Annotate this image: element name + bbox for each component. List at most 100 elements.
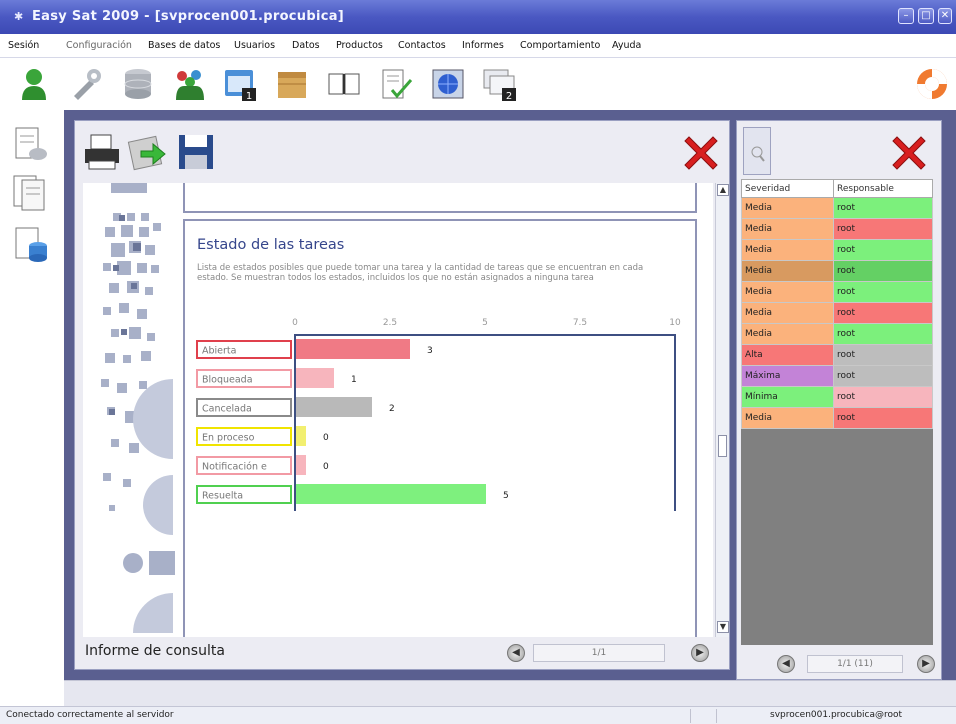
- save-icon[interactable]: [175, 131, 217, 173]
- menu-sesion[interactable]: Sesión: [8, 40, 39, 51]
- severity-cell: Media: [741, 302, 834, 324]
- scroll-thumb[interactable]: [718, 435, 727, 457]
- responsible-cell: root: [833, 365, 933, 387]
- menu-usuarios[interactable]: Usuarios: [234, 40, 275, 51]
- minimize-button[interactable]: –: [898, 8, 914, 24]
- table-row[interactable]: Media root: [741, 407, 933, 429]
- main-toolbar: 1 2: [0, 58, 956, 110]
- menu-contactos[interactable]: Contactos: [398, 40, 446, 51]
- column-header-severidad[interactable]: Severidad: [741, 179, 834, 198]
- severity-cell: Media: [741, 218, 834, 240]
- bar-value-label: 0: [323, 433, 329, 443]
- title-bar: ✱ Easy Sat 2009 - [svprocen001.procubica…: [0, 0, 956, 34]
- checklist-icon[interactable]: [378, 66, 414, 102]
- search-icon[interactable]: [743, 127, 771, 175]
- database-list-icon[interactable]: [10, 224, 50, 264]
- menu-productos[interactable]: Productos: [336, 40, 383, 51]
- table-row[interactable]: Media root: [741, 239, 933, 261]
- database-icon[interactable]: [120, 66, 156, 102]
- report-footer: Informe de consulta ◀ 1/1 ▶: [75, 637, 731, 671]
- bar: [296, 455, 306, 475]
- status-message: Conectado correctamente al servidor: [6, 710, 174, 720]
- scroll-up-button[interactable]: ▲: [717, 184, 729, 196]
- left-sidebar: [0, 110, 64, 700]
- next-page-button[interactable]: ▶: [691, 644, 709, 662]
- export-icon[interactable]: [127, 131, 169, 173]
- box-icon[interactable]: [274, 66, 310, 102]
- book-icon[interactable]: [326, 66, 362, 102]
- x-tick-label: 7.5: [573, 318, 587, 328]
- table-row[interactable]: Media root: [741, 218, 933, 240]
- prev-page-button[interactable]: ◀: [507, 644, 525, 662]
- section-description: Lista de estados posibles que puede toma…: [197, 263, 644, 283]
- status-connection: svprocen001.procubica@root: [770, 710, 903, 720]
- x-tick-label: 2.5: [383, 318, 397, 328]
- bar: [296, 368, 334, 388]
- report-scrollbar[interactable]: ▲ ▼: [715, 183, 729, 637]
- report-toolbar: [75, 121, 731, 181]
- bar-value-label: 5: [503, 491, 509, 501]
- bar: [296, 397, 372, 417]
- previous-section-box: [183, 183, 697, 213]
- severity-cell: Media: [741, 323, 834, 345]
- status-separator: [716, 709, 717, 723]
- report-panel: Estado de las tareas Lista de estados po…: [74, 120, 730, 670]
- task-list-icon[interactable]: [10, 124, 50, 164]
- workspace-bottom-strip: [64, 680, 956, 706]
- print-icon[interactable]: [81, 131, 123, 173]
- tools-icon[interactable]: [68, 66, 104, 102]
- table-row[interactable]: Media root: [741, 281, 933, 303]
- table-row[interactable]: Alta root: [741, 344, 933, 366]
- severity-cell: Media: [741, 407, 834, 429]
- x-tick-label: 5: [482, 318, 488, 328]
- lifebuoy-icon[interactable]: [914, 66, 950, 102]
- close-window-button[interactable]: ✕: [938, 8, 952, 24]
- maximize-button[interactable]: □: [918, 8, 934, 24]
- tasks-grid-panel: Severidad Responsable Media root Media root…: [736, 120, 942, 680]
- report-footer-label: Informe de consulta: [85, 643, 225, 659]
- responsible-cell: root: [833, 239, 933, 261]
- bar-value-label: 1: [351, 375, 357, 385]
- users-group-icon[interactable]: [172, 66, 208, 102]
- table-row[interactable]: Media root: [741, 323, 933, 345]
- menu-comportamiento[interactable]: Comportamiento: [520, 40, 600, 51]
- menu-configuracion[interactable]: Configuración: [66, 40, 132, 51]
- responsible-cell: root: [833, 323, 933, 345]
- globe-window-icon[interactable]: [430, 66, 466, 102]
- table-row[interactable]: Media root: [741, 260, 933, 282]
- page-indicator: 1/1: [533, 644, 665, 662]
- column-header-responsable[interactable]: Responsable: [833, 179, 933, 198]
- grid-next-page-button[interactable]: ▶: [917, 655, 935, 673]
- tasks-grid[interactable]: Severidad Responsable Media root Media root…: [741, 179, 933, 645]
- grid-prev-page-button[interactable]: ◀: [777, 655, 795, 673]
- responsible-cell: root: [833, 281, 933, 303]
- category-label: Cancelada: [202, 404, 252, 415]
- svg-text:2: 2: [506, 91, 512, 102]
- user-icon[interactable]: [16, 66, 52, 102]
- grid-page-indicator: 1/1 (11): [807, 655, 903, 673]
- x-tick-label: 10: [669, 318, 681, 328]
- close-grid-icon[interactable]: [887, 131, 931, 175]
- bar-value-label: 0: [323, 462, 329, 472]
- table-row[interactable]: Máxima root: [741, 365, 933, 387]
- menu-bar: Sesión Configuración Bases de datos Usua…: [0, 34, 956, 58]
- section-title: Estado de las tareas: [197, 237, 345, 253]
- table-row[interactable]: Media root: [741, 302, 933, 324]
- document-list-icon[interactable]: [10, 172, 50, 212]
- menu-datos[interactable]: Datos: [292, 40, 320, 51]
- category-label: Bloqueada: [202, 375, 253, 386]
- menu-ayuda[interactable]: Ayuda: [612, 40, 641, 51]
- windows-2-icon[interactable]: 2: [482, 66, 518, 102]
- close-report-icon[interactable]: [679, 131, 723, 175]
- responsible-cell: root: [833, 197, 933, 219]
- menu-informes[interactable]: Informes: [462, 40, 504, 51]
- table-row[interactable]: Media root: [741, 197, 933, 219]
- grid-footer: ◀ 1/1 (11) ▶: [737, 649, 943, 679]
- window-1-icon[interactable]: 1: [222, 66, 258, 102]
- severity-cell: Media: [741, 260, 834, 282]
- task-status-section: Estado de las tareas Lista de estados po…: [183, 219, 697, 637]
- scroll-down-button[interactable]: ▼: [717, 621, 729, 633]
- table-row[interactable]: Mínima root: [741, 386, 933, 408]
- menu-bases-de-datos[interactable]: Bases de datos: [148, 40, 220, 51]
- category-label: Abierta: [202, 346, 236, 357]
